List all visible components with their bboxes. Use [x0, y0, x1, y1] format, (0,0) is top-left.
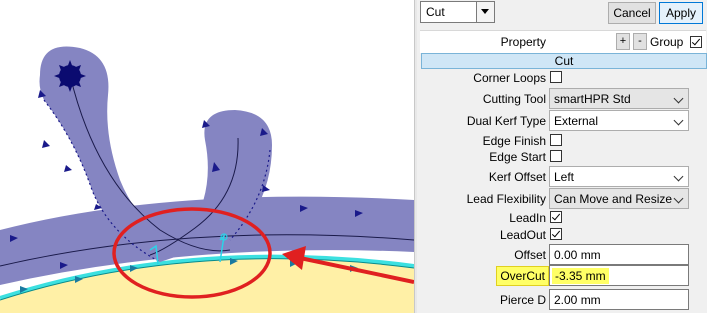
cancel-button[interactable]: Cancel	[608, 2, 656, 24]
kerf-offset-select[interactable]: Left	[549, 166, 689, 187]
cutting-tool-select[interactable]: smartHPR Std	[549, 88, 689, 109]
mode-select[interactable]: Cut	[420, 1, 495, 23]
section-header-cut[interactable]: Cut	[421, 53, 707, 69]
collapse-all-button[interactable]: -	[633, 33, 647, 50]
lead-flexibility-select[interactable]: Can Move and Resize	[549, 188, 689, 209]
offset-input[interactable]: 0.00 mm	[549, 244, 689, 265]
pierce-d-value: 2.00 mm	[554, 293, 601, 307]
edge-start-label: Edge Start	[489, 150, 546, 164]
overcut-input[interactable]: -3.35 mm	[549, 265, 689, 286]
overcut-value: -3.35 mm	[552, 268, 609, 284]
cutting-tool-label: Cutting Tool	[482, 92, 546, 106]
corner-loops-label: Corner Loops	[473, 71, 546, 85]
overcut-label: OverCut	[496, 266, 549, 286]
lead-flexibility-value: Can Move and Resize	[554, 192, 673, 206]
chevron-down-icon	[673, 171, 684, 182]
group-checkbox[interactable]	[690, 36, 702, 48]
edge-finish-label: Edge Finish	[482, 134, 546, 148]
lead-flexibility-label: Lead Flexibility	[466, 192, 546, 206]
cad-canvas[interactable]	[0, 0, 414, 313]
edge-finish-checkbox[interactable]	[550, 134, 562, 146]
lead-out-checkbox[interactable]	[550, 228, 562, 240]
chevron-down-icon	[673, 193, 684, 204]
kerf-offset-label: Kerf Offset	[488, 170, 546, 184]
lead-in-label: LeadIn	[509, 211, 546, 225]
property-column-label: Property	[500, 35, 546, 49]
group-label: Group	[650, 35, 684, 49]
chevron-down-icon[interactable]	[476, 2, 494, 22]
cut-path-drawing	[0, 46, 414, 313]
mode-value: Cut	[426, 5, 445, 19]
pierce-d-label: Pierce D	[499, 293, 546, 307]
apply-button[interactable]: Apply	[659, 2, 703, 24]
dual-kerf-type-select[interactable]: External	[549, 110, 689, 131]
edge-start-checkbox[interactable]	[550, 150, 562, 162]
pierce-d-input[interactable]: 2.00 mm	[549, 289, 689, 310]
property-panel: Cut Cancel Apply Property + - Group Cut …	[417, 0, 707, 313]
chevron-down-icon	[673, 115, 684, 126]
chevron-down-icon	[673, 93, 684, 104]
lead-in-checkbox[interactable]	[550, 211, 562, 223]
offset-label: Offset	[514, 248, 546, 262]
expand-all-button[interactable]: +	[616, 33, 630, 50]
dual-kerf-type-value: External	[554, 114, 599, 128]
offset-value: 0.00 mm	[554, 248, 601, 262]
kerf-offset-value: Left	[554, 170, 575, 184]
grid-header: Property + - Group	[420, 30, 706, 53]
corner-loops-checkbox[interactable]	[550, 71, 562, 83]
dual-kerf-type-label: Dual Kerf Type	[466, 114, 546, 128]
lead-out-label: LeadOut	[499, 228, 546, 242]
cutting-tool-value: smartHPR Std	[554, 92, 631, 106]
